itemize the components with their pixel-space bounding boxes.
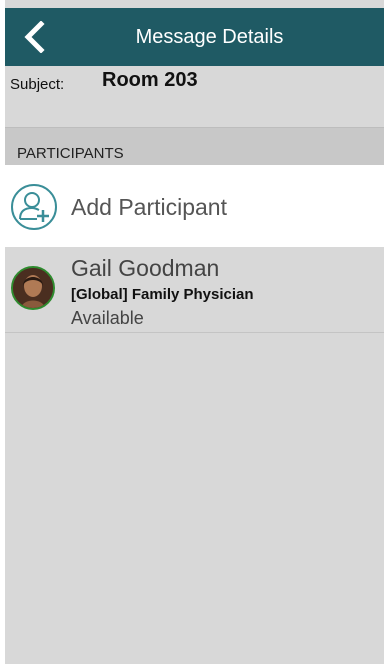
- subject-label: Subject:: [10, 76, 65, 93]
- message-details-screen: Message Details Subject: Room 203 PARTIC…: [0, 0, 384, 664]
- avatar: [11, 266, 55, 310]
- subject-value: Room 203: [102, 69, 198, 91]
- participants-section-label: PARTICIPANTS: [17, 145, 124, 162]
- subject-row: Subject: Room 203: [5, 66, 384, 126]
- participant-name: Gail Goodman: [71, 255, 220, 281]
- participant-list-item[interactable]: Gail Goodman [Global] Family Physician A…: [5, 248, 384, 333]
- page-title: Message Details: [135, 26, 284, 48]
- add-participant-button[interactable]: Add Participant: [5, 165, 384, 247]
- add-user-icon: [11, 184, 57, 230]
- nav-bar: Message Details: [5, 8, 384, 66]
- participant-role: [Global] Family Physician: [71, 286, 254, 303]
- add-participant-label: Add Participant: [71, 194, 227, 220]
- participant-status: Available: [71, 308, 144, 328]
- participants-section-header: PARTICIPANTS: [5, 127, 384, 166]
